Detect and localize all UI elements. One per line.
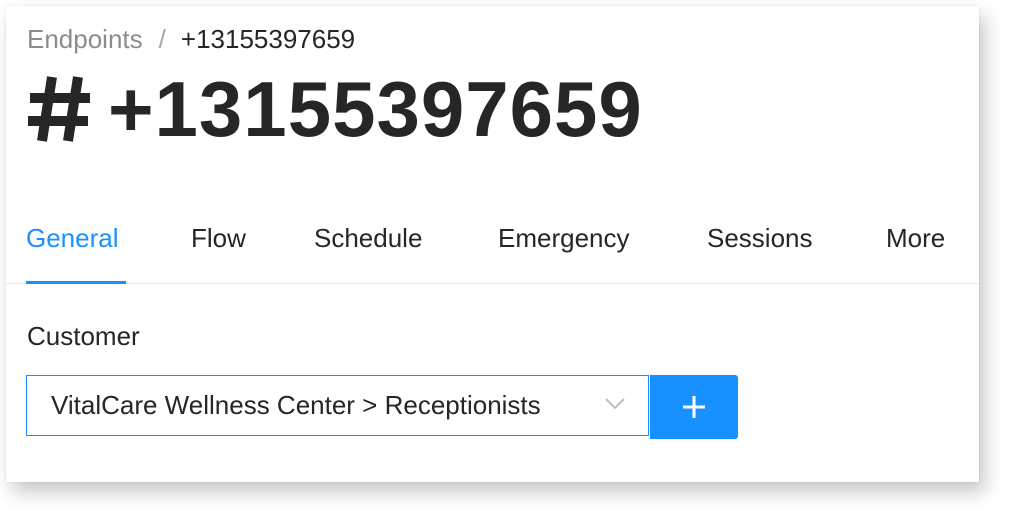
breadcrumb-current: +13155397659 <box>180 24 356 54</box>
tab-general[interactable]: General <box>26 201 119 283</box>
chevron-down-icon <box>605 398 625 410</box>
plus-icon <box>683 396 705 418</box>
breadcrumb: Endpoints / +13155397659 <box>27 23 355 55</box>
breadcrumb-separator: / <box>158 24 166 54</box>
tab-flow[interactable]: Flow <box>191 201 246 283</box>
breadcrumb-endpoints-link[interactable]: Endpoints <box>27 24 143 54</box>
tab-emergency[interactable]: Emergency <box>498 201 630 283</box>
tab-more[interactable]: More <box>886 201 945 283</box>
tab-sessions[interactable]: Sessions <box>707 201 813 283</box>
endpoint-panel: Endpoints / +13155397659 +13155397659 Gene… <box>6 6 979 482</box>
active-tab-indicator <box>26 281 126 284</box>
page-title-text: +13155397659 <box>108 65 643 153</box>
tab-bar: General Flow Schedule Emergency Sessions… <box>6 201 979 284</box>
customer-select-value: VitalCare Wellness Center > Receptionist… <box>51 390 541 420</box>
tab-schedule[interactable]: Schedule <box>314 201 422 283</box>
customer-label: Customer <box>27 321 140 351</box>
add-customer-button[interactable] <box>650 375 738 439</box>
page-title: +13155397659 <box>26 64 643 154</box>
customer-select[interactable]: VitalCare Wellness Center > Receptionist… <box>26 375 649 436</box>
hash-icon <box>28 76 90 142</box>
